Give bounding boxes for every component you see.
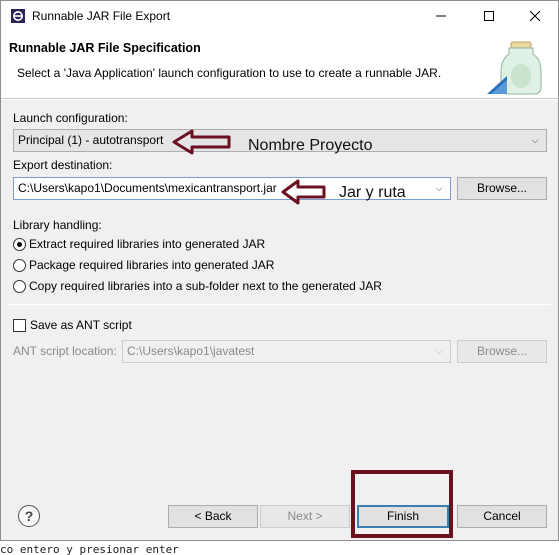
library-handling-label: Library handling:: [13, 218, 102, 232]
divider: [8, 304, 551, 305]
annotation-project-name: Nombre Proyecto: [248, 137, 373, 154]
wizard-footer: ? < Back Next > Finish Cancel: [1, 490, 558, 540]
chevron-down-icon: ⌵: [531, 135, 539, 145]
export-dialog: Runnable JAR File Export Runnable JAR Fi…: [0, 0, 559, 541]
radio-icon[interactable]: [13, 258, 26, 272]
minimize-icon: [436, 15, 446, 17]
background-editor-text: co entero y presionar enter: [0, 541, 559, 555]
minimize-button[interactable]: [418, 1, 464, 31]
save-ant-script-checkbox[interactable]: Save as ANT script: [13, 318, 132, 332]
arrow-left-icon: [281, 179, 326, 205]
library-option-label: Copy required libraries into a sub-folde…: [29, 279, 382, 293]
library-option-extract[interactable]: Extract required libraries into generate…: [13, 237, 265, 251]
wizard-content: Launch configuration: Principal (1) - au…: [1, 100, 558, 490]
radio-icon[interactable]: [13, 279, 26, 293]
library-option-copy[interactable]: Copy required libraries into a sub-folde…: [13, 279, 382, 293]
launch-config-value: Principal (1) - autotransport: [18, 133, 164, 147]
arrow-left-icon: [172, 129, 231, 155]
radio-selected-icon[interactable]: [13, 237, 26, 251]
page-title: Runnable JAR File Specification: [9, 41, 201, 55]
launch-config-label: Launch configuration:: [13, 111, 128, 125]
title-bar: Runnable JAR File Export: [1, 1, 558, 31]
close-button[interactable]: [512, 1, 558, 31]
page-description: Select a 'Java Application' launch confi…: [17, 66, 442, 80]
back-button[interactable]: < Back: [168, 505, 258, 528]
export-browse-button[interactable]: Browse...: [457, 177, 547, 200]
ant-location-value: C:\Users\kapo1\javatest: [127, 344, 255, 358]
close-icon: [530, 11, 540, 21]
maximize-button[interactable]: [466, 1, 512, 31]
ant-location-label: ANT script location:: [13, 344, 117, 358]
export-destination-value: C:\Users\kapo1\Documents\mexicantranspor…: [18, 181, 277, 195]
checkbox-icon[interactable]: [13, 318, 26, 332]
chevron-down-icon: ⌵: [435, 346, 443, 356]
library-option-package[interactable]: Package required libraries into generate…: [13, 258, 274, 272]
ant-location-input: C:\Users\kapo1\javatest ⌵: [122, 340, 451, 363]
finish-highlight-box: [351, 470, 453, 538]
save-ant-script-label: Save as ANT script: [30, 318, 132, 332]
chevron-down-icon[interactable]: ⌵: [432, 178, 446, 199]
background-text: co entero y presionar enter: [0, 543, 179, 555]
wizard-banner: Runnable JAR File Specification Select a…: [1, 31, 558, 99]
annotation-jar-path: Jar y ruta: [339, 184, 406, 201]
ant-browse-button: Browse...: [457, 340, 547, 363]
cancel-button[interactable]: Cancel: [457, 505, 547, 528]
library-option-label: Package required libraries into generate…: [29, 258, 275, 272]
maximize-icon: [484, 11, 494, 21]
export-destination-label: Export destination:: [13, 158, 113, 172]
eclipse-app-icon: [11, 9, 25, 23]
next-button: Next >: [260, 505, 350, 528]
window-title: Runnable JAR File Export: [32, 9, 171, 23]
library-option-label: Extract required libraries into generate…: [29, 237, 266, 251]
help-icon[interactable]: ?: [18, 505, 40, 527]
jar-wizard-icon: [487, 41, 542, 95]
